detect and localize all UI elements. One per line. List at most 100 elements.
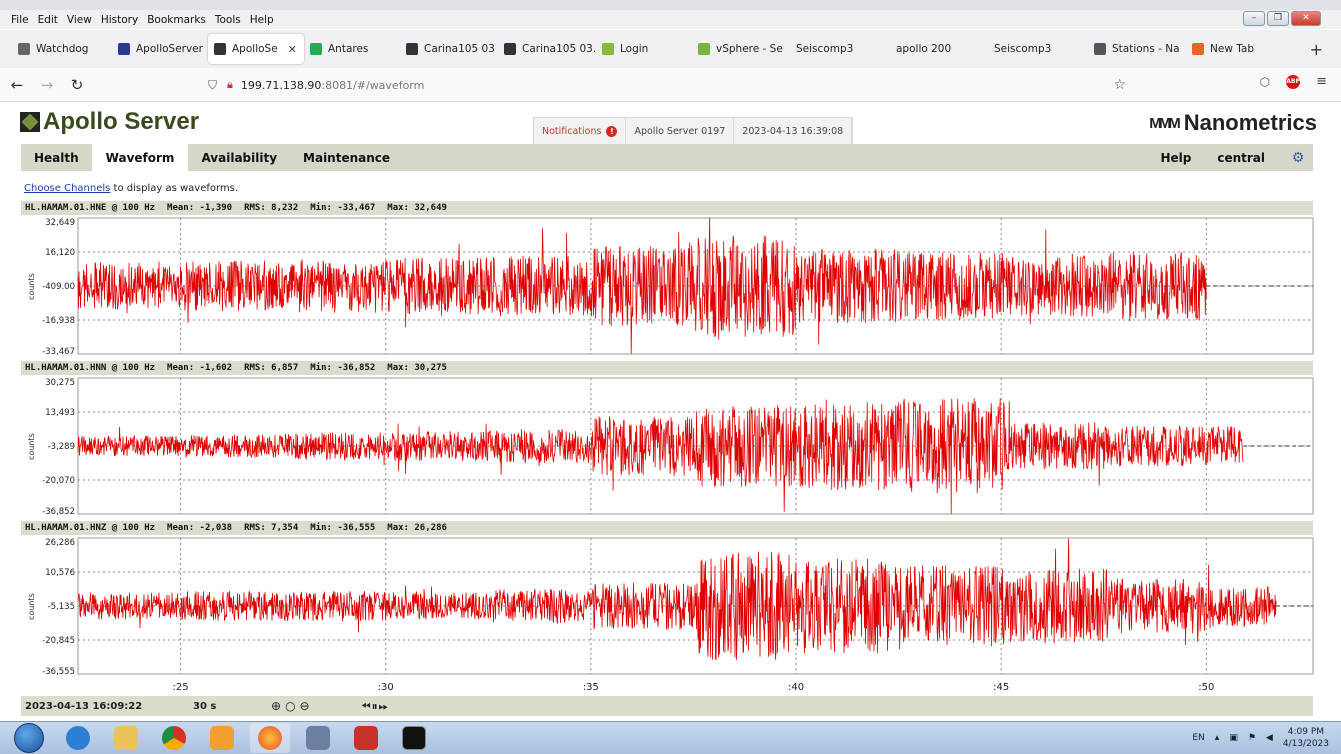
bookmark-star-icon[interactable]: ☆ (1113, 77, 1126, 93)
folder-icon[interactable] (106, 723, 146, 753)
channel-hint: Choose Channels to display as waveforms. (24, 183, 238, 194)
chrome-icon[interactable] (154, 723, 194, 753)
close-window-button[interactable]: ✕ (1291, 11, 1321, 26)
rewind-icon[interactable]: ⏪︎ (361, 699, 371, 714)
network-icon[interactable]: ▣ (1229, 733, 1238, 743)
tab-close-icon[interactable]: ✕ (288, 43, 297, 56)
tab-waveform[interactable]: Waveform (91, 144, 189, 171)
terminal-icon[interactable] (394, 723, 434, 753)
x-tick-label: :40 (788, 682, 804, 693)
channel-min: Min: -33,467 (310, 203, 376, 213)
waveform-plot[interactable]: 32,649 16,120 -409.00 -16,938 -33,467 counts (21, 216, 1314, 356)
app-nav: Health Waveform Availability Maintenance He… (21, 144, 1313, 171)
gear-icon[interactable]: ⚙ (1283, 150, 1313, 166)
zoom-in-icon[interactable]: ⊕ (271, 699, 281, 713)
tab-9[interactable]: apollo 200 (890, 34, 988, 64)
url-path: :8081/#/waveform (321, 78, 425, 92)
shield-icon[interactable]: ⛉ (208, 78, 217, 93)
tab-label: Watchdog (36, 43, 89, 55)
tab-1[interactable]: ApolloServer (112, 34, 208, 64)
tab-label: New Tab (1210, 43, 1255, 55)
tab-0[interactable]: Watchdog (12, 34, 112, 64)
menu-edit[interactable]: Edit (38, 14, 58, 26)
channel-rms: RMS: 7,354 (244, 523, 299, 533)
tab-availability[interactable]: Availability (188, 144, 290, 171)
menu-bookmarks[interactable]: Bookmarks (147, 14, 206, 26)
zoom-reset-icon[interactable]: ○ (285, 699, 295, 713)
minimize-button[interactable]: – (1243, 11, 1265, 26)
tab-7[interactable]: vSphere - Se (692, 34, 790, 64)
tab-favicon-icon (1192, 43, 1204, 55)
toolbox-icon[interactable] (346, 723, 386, 753)
network-app-icon[interactable] (298, 723, 338, 753)
channel-rms: RMS: 8,232 (244, 203, 299, 213)
menu-view[interactable]: View (67, 14, 92, 26)
zoom-out-icon[interactable]: ⊖ (300, 699, 310, 713)
menu-help[interactable]: Help (250, 14, 274, 26)
back-icon[interactable]: ← (4, 76, 30, 94)
tab-11[interactable]: Stations - Na (1088, 34, 1186, 64)
time-axis: :25:30:35:40:45:50 (173, 682, 1215, 693)
waveform-plot[interactable]: 26,286 10,576 -5,135 -20,845 -36,555 counts (21, 536, 1314, 676)
tab-5[interactable]: Carina105 03. (498, 34, 596, 64)
tab-favicon-icon (602, 43, 614, 55)
menu-tools[interactable]: Tools (215, 14, 241, 26)
firefox-icon[interactable] (250, 723, 290, 753)
maximize-button[interactable]: ❐ (1267, 11, 1289, 26)
tab-3[interactable]: Antares (304, 34, 400, 64)
nanometrics-mark-icon: MMM (1149, 114, 1180, 132)
pocket-icon[interactable]: ⬡ (1260, 75, 1270, 89)
tab-10[interactable]: Seiscomp3 (988, 34, 1088, 64)
clock-date: 4/13/2023 (1282, 739, 1329, 749)
pause-icon[interactable]: ⏸︎ (372, 699, 378, 714)
language-indicator[interactable]: EN (1192, 733, 1204, 743)
y-axis-label: counts (27, 273, 36, 300)
user-menu[interactable]: central (1204, 144, 1283, 171)
menu-file[interactable]: File (11, 14, 29, 26)
notifications-button[interactable]: Notifications ! (534, 118, 627, 144)
navigation-bar: ← → ↻ ⛉ 🔒︎ 199.71.138.90:8081/#/waveform… (0, 68, 1341, 102)
x-tick-label: :45 (993, 682, 1009, 693)
lock-icon[interactable]: 🔒︎ (227, 78, 233, 92)
reload-icon[interactable]: ↻ (64, 76, 90, 94)
fast-forward-icon[interactable]: ⏩︎ (379, 699, 389, 714)
tab-favicon-icon (1094, 43, 1106, 55)
tab-4[interactable]: Carina105 03 (400, 34, 498, 64)
forward-icon[interactable]: → (34, 76, 60, 94)
y-tick-label: -5,135 (48, 602, 75, 612)
tab-favicon-icon (504, 43, 516, 55)
y-tick-label: -409.00 (42, 282, 75, 292)
url-bar[interactable]: ⛉ 🔒︎ 199.71.138.90:8081/#/waveform ☆ (208, 72, 1138, 98)
start-button[interactable] (14, 723, 44, 753)
tab-2[interactable]: ApolloSe ✕ (208, 34, 304, 64)
ie-icon[interactable] (58, 723, 98, 753)
channel-max: Max: 32,649 (387, 203, 447, 213)
tab-label: Seiscomp3 (994, 43, 1052, 55)
tab-maintenance[interactable]: Maintenance (290, 144, 403, 171)
tab-bar: Watchdog ApolloServer ApolloSe ✕ Antares Cari… (0, 30, 1341, 68)
choose-channels-link[interactable]: Choose Channels (24, 183, 110, 194)
menu-icon[interactable]: ≡ (1316, 74, 1327, 89)
adblock-icon[interactable]: ABP (1286, 74, 1301, 89)
channel-rms: RMS: 6,857 (244, 363, 299, 373)
tab-label: Seiscomp3 (796, 43, 854, 55)
flag-icon[interactable]: ⚑ (1248, 733, 1256, 743)
system-tray: EN ▴ ▣ ⚑ ◀︎ 4:09 PM 4/13/2023 (1192, 726, 1329, 750)
tab-favicon-icon (214, 43, 226, 55)
tab-label: Stations - Na (1112, 43, 1180, 55)
media-player-icon[interactable] (202, 723, 242, 753)
tab-health[interactable]: Health (21, 144, 92, 171)
channel-mean: Mean: -1,390 (167, 203, 233, 213)
help-link[interactable]: Help (1147, 144, 1204, 171)
tab-6[interactable]: Login (596, 34, 692, 64)
menu-history[interactable]: History (101, 14, 138, 26)
clock[interactable]: 4:09 PM 4/13/2023 (1283, 726, 1329, 750)
volume-icon[interactable]: ◀︎ (1266, 733, 1273, 743)
tray-arrow-icon[interactable]: ▴ (1215, 733, 1220, 743)
tab-favicon-icon (310, 43, 322, 55)
tab-12[interactable]: New Tab (1186, 34, 1276, 64)
tab-8[interactable]: Seiscomp3 (790, 34, 890, 64)
waveform-plot[interactable]: 30,275 13,493 -3,289 -20,070 -36,852 counts (21, 376, 1314, 516)
time-controls: 2023-04-13 16:09:22 30 s ⊕ ○ ⊖ ⏪︎ ⏸︎ ⏩︎ (21, 696, 1313, 716)
new-tab-button[interactable]: + (1310, 40, 1323, 59)
